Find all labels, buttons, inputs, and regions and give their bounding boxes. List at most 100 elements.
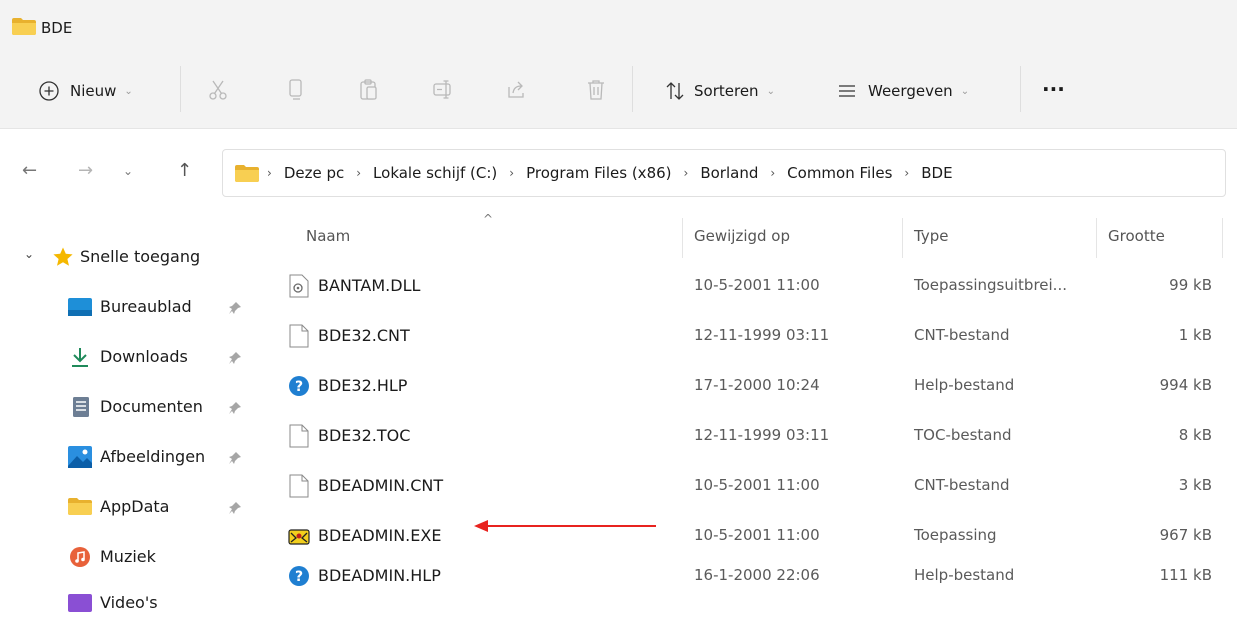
file-modified: 10-5-2001 11:00 xyxy=(694,476,820,494)
sidebar-item-label: Documenten xyxy=(100,397,203,416)
file-type: Toepassingsuitbrei... xyxy=(914,276,1067,294)
sidebar-item-label: Snelle toegang xyxy=(80,247,201,266)
file-name: BDE32.HLP xyxy=(318,376,408,395)
toolbar-divider xyxy=(180,66,181,112)
star-icon xyxy=(53,247,73,266)
copy-icon[interactable] xyxy=(282,76,310,104)
sidebar-item-downloads[interactable]: Downloads xyxy=(0,332,258,382)
share-icon[interactable] xyxy=(503,76,531,104)
column-divider[interactable] xyxy=(902,218,903,258)
file-row[interactable]: ? BDE32.HLP 17-1-2000 10:24 Help-bestand… xyxy=(272,362,1222,412)
sidebar-item-label: AppData xyxy=(100,497,170,516)
file-name: BDE32.CNT xyxy=(318,326,410,345)
column-header-modified[interactable]: Gewijzigd op xyxy=(694,227,790,245)
cut-icon[interactable] xyxy=(204,76,232,104)
sidebar-item-label: Downloads xyxy=(100,347,188,366)
view-button-label: Weergeven xyxy=(868,82,953,100)
file-size: 3 kB xyxy=(1178,476,1212,494)
column-divider[interactable] xyxy=(1222,218,1223,258)
file-size: 111 kB xyxy=(1159,566,1212,584)
pictures-icon xyxy=(68,446,92,468)
recent-locations-chevron-icon[interactable]: ⌄ xyxy=(123,164,133,178)
view-button[interactable]: Weergeven ⌄ xyxy=(836,76,969,106)
column-header-name[interactable]: Naam xyxy=(306,227,350,245)
breadcrumb-separator: › xyxy=(904,166,910,180)
help-icon: ? xyxy=(289,376,309,396)
column-header-size[interactable]: Grootte xyxy=(1108,227,1165,245)
pin-icon xyxy=(228,450,242,469)
sidebar-item-label: Afbeeldingen xyxy=(100,447,206,466)
sidebar-item-documenten[interactable]: Documenten xyxy=(0,382,258,432)
file-size: 967 kB xyxy=(1159,526,1212,544)
address-bar[interactable]: › Deze pc › Lokale schijf (C:) › Program… xyxy=(222,149,1226,197)
file-modified: 10-5-2001 11:00 xyxy=(694,276,820,294)
breadcrumb-program-files[interactable]: Program Files (x86) xyxy=(526,164,671,182)
sidebar-item-videos[interactable]: Video's xyxy=(0,582,258,632)
file-type: Toepassing xyxy=(914,526,997,544)
breadcrumb-separator: › xyxy=(770,166,776,180)
svg-text:?: ? xyxy=(295,569,303,585)
file-modified: 17-1-2000 10:24 xyxy=(694,376,820,394)
sidebar-item-bureaublad[interactable]: Bureaublad xyxy=(0,282,258,332)
column-divider[interactable] xyxy=(1096,218,1097,258)
window-title: BDE xyxy=(41,19,73,37)
file-type: CNT-bestand xyxy=(914,476,1010,494)
sort-ascending-icon: ^ xyxy=(483,212,494,226)
column-header-type[interactable]: Type xyxy=(914,227,948,245)
file-type: CNT-bestand xyxy=(914,326,1010,344)
file-row[interactable]: BDE32.TOC 12-11-1999 03:11 TOC-bestand 8… xyxy=(272,412,1222,462)
file-row[interactable]: BANTAM.DLL 10-5-2001 11:00 Toepassingsui… xyxy=(272,262,1222,312)
file-modified: 12-11-1999 03:11 xyxy=(694,326,830,344)
file-row[interactable]: BDE32.CNT 12-11-1999 03:11 CNT-bestand 1… xyxy=(272,312,1222,362)
new-button[interactable]: Nieuw ⌄ xyxy=(38,76,133,106)
sidebar-item-muziek[interactable]: Muziek xyxy=(0,532,258,582)
sidebar-item-quick-access[interactable]: ⌄ Snelle toegang xyxy=(0,232,258,282)
breadcrumb-bde[interactable]: BDE xyxy=(921,164,952,182)
file-size: 1 kB xyxy=(1178,326,1212,344)
pin-icon xyxy=(228,350,242,369)
desktop-icon xyxy=(68,298,92,316)
paste-icon[interactable] xyxy=(355,76,383,104)
file-row[interactable]: BDEADMIN.CNT 10-5-2001 11:00 CNT-bestand… xyxy=(272,462,1222,512)
file-row[interactable]: ? BDEADMIN.HLP 16-1-2000 22:06 Help-best… xyxy=(272,552,1222,602)
svg-text:?: ? xyxy=(295,379,303,395)
breadcrumb-common-files[interactable]: Common Files xyxy=(787,164,892,182)
file-size: 99 kB xyxy=(1169,276,1212,294)
delete-icon[interactable] xyxy=(582,76,610,104)
annotation-arrow xyxy=(474,520,656,532)
pin-icon xyxy=(228,500,242,519)
breadcrumb-borland[interactable]: Borland xyxy=(700,164,758,182)
more-options-button[interactable]: ··· xyxy=(1042,74,1065,104)
document-icon xyxy=(73,397,89,417)
breadcrumb-lokale-schijf[interactable]: Lokale schijf (C:) xyxy=(373,164,497,182)
file-size: 994 kB xyxy=(1159,376,1212,394)
plus-circle-icon xyxy=(39,81,59,101)
file-name: BANTAM.DLL xyxy=(318,276,421,295)
chevron-down-icon: ⌄ xyxy=(960,85,970,97)
file-icon xyxy=(289,324,309,348)
chevron-down-icon: ⌄ xyxy=(766,85,775,97)
file-name: BDEADMIN.EXE xyxy=(318,526,442,545)
file-name: BDEADMIN.CNT xyxy=(318,476,444,495)
new-button-label: Nieuw xyxy=(70,82,117,100)
file-type: Help-bestand xyxy=(914,376,1015,394)
sidebar-item-label: Video's xyxy=(100,593,158,612)
back-arrow-icon[interactable]: ← xyxy=(22,160,37,181)
folder-icon xyxy=(235,164,259,182)
breadcrumb-separator: › xyxy=(267,166,272,180)
breadcrumb-separator: › xyxy=(683,166,689,180)
sidebar-item-appdata[interactable]: AppData xyxy=(0,482,258,532)
breadcrumb-deze-pc[interactable]: Deze pc xyxy=(284,164,344,182)
sort-button[interactable]: Sorteren ⌄ xyxy=(664,76,775,106)
sidebar-item-afbeeldingen[interactable]: Afbeeldingen xyxy=(0,432,258,482)
rename-icon[interactable] xyxy=(429,76,457,104)
folder-icon xyxy=(68,498,92,515)
up-arrow-icon[interactable]: ↑ xyxy=(177,160,192,181)
chevron-down-icon: ⌄ xyxy=(24,247,35,261)
forward-arrow-icon[interactable]: → xyxy=(78,160,93,181)
title-bar xyxy=(0,0,1237,52)
breadcrumb-separator: › xyxy=(356,166,362,180)
file-icon xyxy=(289,474,309,498)
folder-icon xyxy=(12,18,36,35)
column-divider[interactable] xyxy=(682,218,683,258)
